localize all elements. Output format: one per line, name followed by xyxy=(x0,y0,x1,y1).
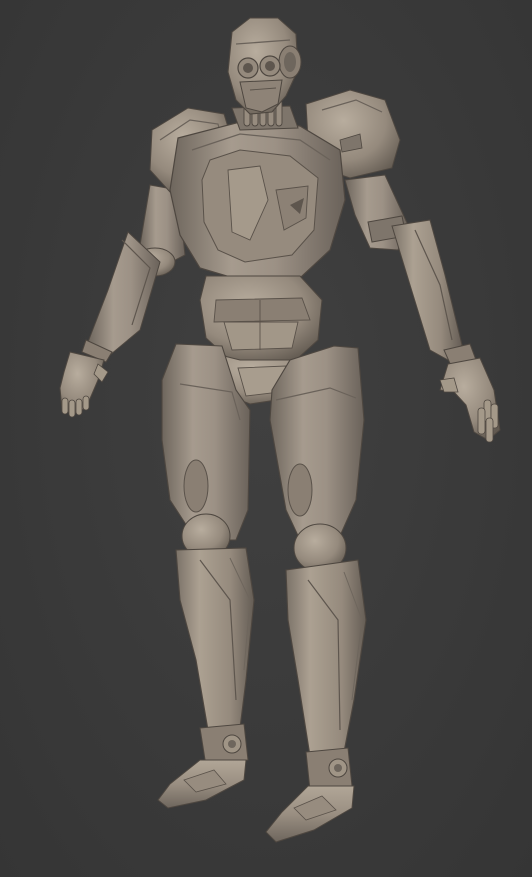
right-arm xyxy=(344,174,501,443)
3d-viewport[interactable] xyxy=(0,0,532,877)
left-leg xyxy=(157,343,255,809)
robot-sculpt-render xyxy=(59,17,501,843)
right-leg xyxy=(265,345,367,843)
head xyxy=(227,17,302,115)
